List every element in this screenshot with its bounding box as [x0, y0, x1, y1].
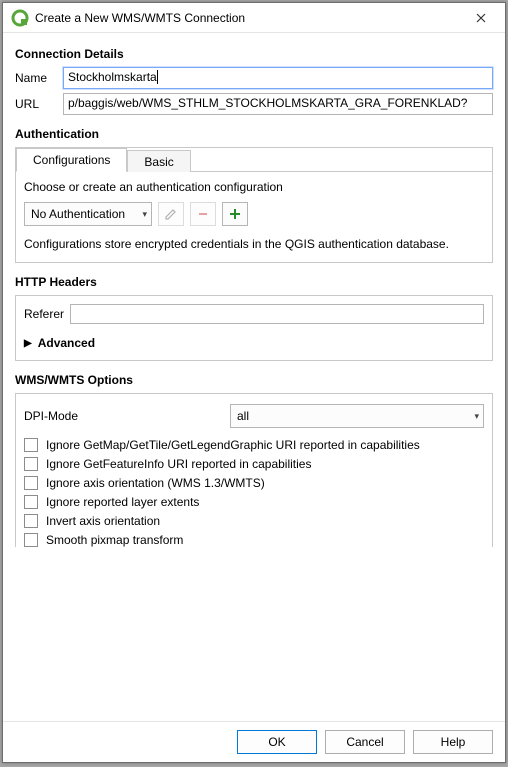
chevron-down-icon: ▾: [474, 411, 479, 422]
http-heading: HTTP Headers: [15, 275, 493, 289]
checkbox[interactable]: [24, 438, 38, 452]
auth-delete-button[interactable]: [190, 202, 216, 226]
advanced-toggle[interactable]: ▶ Advanced: [24, 336, 484, 350]
chevron-down-icon: ▾: [142, 209, 147, 220]
name-input-text: Stockholmskarta: [68, 70, 158, 84]
url-input[interactable]: p/baggis/web/WMS_STHLM_STOCKHOLMSKARTA_G…: [63, 93, 493, 115]
auth-note: Configurations store encrypted credentia…: [24, 236, 484, 252]
auth-heading: Authentication: [15, 127, 493, 141]
wms-group: DPI-Mode all ▾ Ignore GetMap/GetTile/Get…: [15, 393, 493, 547]
qgis-icon: [11, 9, 29, 27]
dialog-window: Create a New WMS/WMTS Connection Connect…: [2, 2, 506, 763]
advanced-label: Advanced: [38, 336, 95, 350]
checkbox-label: Ignore GetMap/GetTile/GetLegendGraphic U…: [46, 438, 420, 452]
titlebar: Create a New WMS/WMTS Connection: [3, 3, 505, 33]
checkbox[interactable]: [24, 533, 38, 547]
name-input[interactable]: Stockholmskarta: [63, 67, 493, 89]
button-bar: OK Cancel Help: [3, 721, 505, 762]
dpi-mode-label: DPI-Mode: [24, 409, 230, 423]
http-group: Referer ▶ Advanced: [15, 295, 493, 361]
name-label: Name: [15, 71, 63, 85]
wms-check-row: Invert axis orientation: [24, 514, 484, 528]
dpi-mode-dropdown[interactable]: all ▾: [230, 404, 484, 428]
wms-check-row: Ignore GetMap/GetTile/GetLegendGraphic U…: [24, 438, 484, 452]
wms-check-row: Smooth pixmap transform: [24, 533, 484, 547]
window-title: Create a New WMS/WMTS Connection: [35, 11, 459, 25]
checkbox-label: Ignore axis orientation (WMS 1.3/WMTS): [46, 476, 265, 490]
close-button[interactable]: [459, 4, 503, 32]
wms-heading: WMS/WMTS Options: [15, 373, 493, 387]
checkbox[interactable]: [24, 457, 38, 471]
dpi-mode-value: all: [237, 409, 249, 423]
auth-config-dropdown[interactable]: No Authentication ▾: [24, 202, 152, 226]
auth-choose-msg: Choose or create an authentication confi…: [24, 180, 484, 194]
referer-input[interactable]: [70, 304, 484, 324]
url-input-text: p/baggis/web/WMS_STHLM_STOCKHOLMSKARTA_G…: [68, 96, 467, 110]
checkbox-label: Smooth pixmap transform: [46, 533, 183, 547]
auth-config-value: No Authentication: [31, 207, 125, 221]
checkbox[interactable]: [24, 476, 38, 490]
wms-check-row: Ignore reported layer extents: [24, 495, 484, 509]
triangle-right-icon: ▶: [24, 338, 32, 349]
checkbox-label: Invert axis orientation: [46, 514, 160, 528]
url-label: URL: [15, 97, 63, 111]
connection-heading: Connection Details: [15, 47, 493, 61]
tab-configurations[interactable]: Configurations: [16, 148, 127, 172]
auth-group: Configurations Basic Choose or create an…: [15, 147, 493, 263]
wms-check-row: Ignore GetFeatureInfo URI reported in ca…: [24, 457, 484, 471]
tab-basic[interactable]: Basic: [127, 150, 190, 172]
auth-add-button[interactable]: [222, 202, 248, 226]
checkbox-label: Ignore reported layer extents: [46, 495, 199, 509]
referer-label: Referer: [24, 307, 64, 321]
cancel-button[interactable]: Cancel: [325, 730, 405, 754]
wms-check-row: Ignore axis orientation (WMS 1.3/WMTS): [24, 476, 484, 490]
ok-button[interactable]: OK: [237, 730, 317, 754]
checkbox[interactable]: [24, 495, 38, 509]
checkbox-label: Ignore GetFeatureInfo URI reported in ca…: [46, 457, 311, 471]
checkbox[interactable]: [24, 514, 38, 528]
help-button[interactable]: Help: [413, 730, 493, 754]
auth-edit-button[interactable]: [158, 202, 184, 226]
auth-tabs: Configurations Basic: [16, 148, 492, 172]
dialog-body: Connection Details Name Stockholmskarta …: [3, 33, 505, 721]
